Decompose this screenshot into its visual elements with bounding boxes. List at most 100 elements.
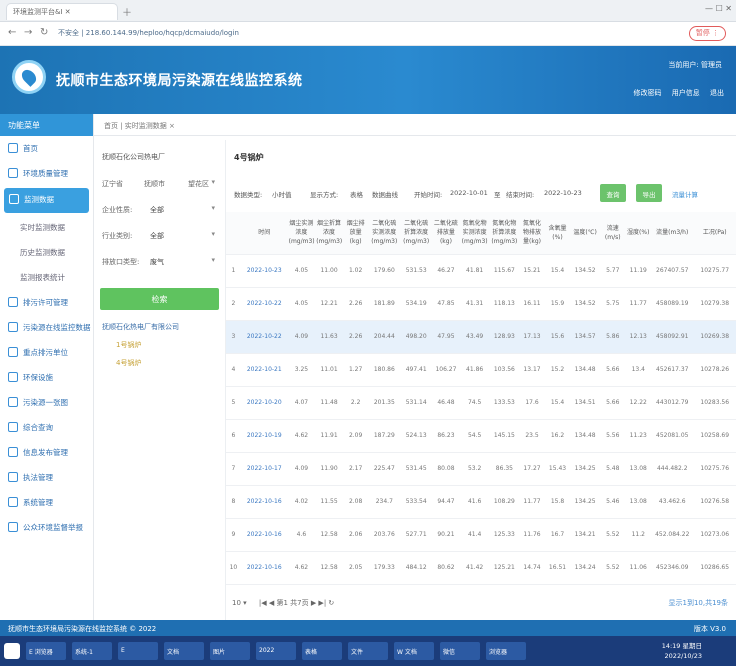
back-icon[interactable]: ←: [8, 27, 16, 38]
column-header[interactable]: 温度(℃): [570, 212, 600, 255]
sidebar-item[interactable]: 环保设施: [0, 365, 93, 390]
table-row[interactable]: 5 2022-10-20 4.07 11.48 2.2 201.35 531.14 46.48…: [226, 386, 736, 420]
change-password-link[interactable]: 修改密码: [634, 89, 662, 97]
table-row[interactable]: 8 2022-10-16 4.02 11.55 2.08 234.7 533.54 94.47…: [226, 485, 736, 519]
sidebar-item[interactable]: 系统管理: [0, 490, 93, 515]
company-name: 抚顺石化公司热电厂: [102, 153, 165, 161]
table-row[interactable]: 1 2022-10-23 4.05 11.00 1.02 179.60 531.53 46.2…: [226, 254, 736, 288]
tree-child-node[interactable]: 4号锅炉: [100, 354, 219, 372]
url-field[interactable]: 不安全 | 218.60.144.99/heploo/hqcp/dcmaiudo…: [58, 28, 239, 38]
sidebar-item[interactable]: 监测数据: [4, 188, 89, 213]
column-header[interactable]: 二氧化硫折算浓度(mg/m3): [400, 212, 433, 255]
outlet-type-select[interactable]: 排放口类型: 废气 ▾: [100, 252, 219, 274]
table-row[interactable]: 7 2022-10-17 4.09 11.90 2.17 225.47 531.45 80.0…: [226, 452, 736, 486]
taskbar-app[interactable]: E: [118, 642, 158, 660]
sidebar-item[interactable]: 首页: [0, 136, 93, 161]
taskbar-app[interactable]: 图片: [210, 642, 250, 660]
taskbar-app[interactable]: W 文档: [394, 642, 434, 660]
column-header[interactable]: 时间: [240, 212, 288, 255]
search-button[interactable]: 检索: [100, 288, 219, 310]
industry-select[interactable]: 行业类别: 全部 ▾: [100, 226, 219, 248]
taskbar-app[interactable]: 文档: [164, 642, 204, 660]
taskbar-app[interactable]: 文件: [348, 642, 388, 660]
column-header[interactable]: 二氧化硫实测浓度(mg/m3): [368, 212, 401, 255]
column-header[interactable]: 氮氧化物折算浓度(mg/m3): [489, 212, 520, 255]
reload-icon[interactable]: ↻: [40, 27, 48, 38]
column-header[interactable]: [226, 212, 241, 255]
sidebar-item[interactable]: 监测报表统计: [0, 265, 93, 290]
chevron-down-icon[interactable]: ▾: [211, 204, 215, 212]
table-row[interactable]: 2 2022-10-22 4.05 12.21 2.26 181.89 534.19 47.8…: [226, 287, 736, 321]
sidebar-item[interactable]: 实时监测数据: [0, 215, 93, 240]
taskbar-app[interactable]: 表格: [302, 642, 342, 660]
forward-icon[interactable]: →: [24, 27, 32, 38]
chevron-down-icon[interactable]: ▾: [211, 178, 215, 186]
sidebar-item[interactable]: 排污许可管理: [0, 290, 93, 315]
sidebar-item[interactable]: 公众环境监督举报: [0, 515, 93, 540]
new-tab-icon[interactable]: ＋: [122, 4, 132, 19]
data-type-select[interactable]: 小时值: [272, 189, 292, 199]
display-table-radio[interactable]: 表格: [350, 189, 363, 199]
sidebar-item[interactable]: 污染源在线监控数据: [0, 315, 93, 340]
flow-calc-link[interactable]: 流量计算: [672, 189, 698, 199]
table-row[interactable]: 4 2022-10-21 3.25 11.01 1.27 180.86 497.41 106.…: [226, 353, 736, 387]
pagination[interactable]: 10 ▾ |◀ ◀ 第1 共7页 ▶ ▶| ↻: [232, 598, 334, 608]
start-date-input[interactable]: 2022-10-01: [450, 189, 488, 197]
breadcrumb[interactable]: 首页 | 实时监测数据 ×: [94, 114, 736, 136]
table-row[interactable]: 6 2022-10-19 4.62 11.91 2.09 187.29 524.13 86.2…: [226, 419, 736, 453]
column-header[interactable]: 烟尘排放量(kg): [342, 212, 369, 255]
taskbar-app[interactable]: 系统-1: [72, 642, 112, 660]
region-selectors[interactable]: 辽宁省 抚顺市 望花区 ▾: [100, 174, 219, 196]
chevron-down-icon[interactable]: ▾: [211, 230, 215, 238]
display-curve-radio[interactable]: 数据曲线: [372, 189, 398, 199]
column-header[interactable]: 二氧化硫排放量(kg): [432, 212, 460, 255]
province-select[interactable]: 辽宁省: [102, 179, 123, 189]
page-size-select[interactable]: 10 ▾: [232, 599, 247, 607]
column-header[interactable]: 氮氧化物排放量(kg): [519, 212, 545, 255]
column-header[interactable]: 流速(m/s): [600, 212, 626, 255]
field-value[interactable]: 全部: [150, 231, 164, 241]
tree-child-node[interactable]: 1号锅炉: [100, 336, 219, 354]
table-row[interactable]: 10 2022-10-16 4.62 12.58 2.05 179.33 484.12 80.…: [226, 551, 736, 585]
taskbar-app[interactable]: 2022: [256, 642, 296, 660]
field-value[interactable]: 废气: [150, 257, 164, 267]
district-select[interactable]: 望花区: [188, 179, 209, 189]
sidebar-item[interactable]: 污染源一张图: [0, 390, 93, 415]
window-controls[interactable]: — ☐ ✕: [705, 4, 732, 13]
chevron-down-icon[interactable]: ▾: [211, 256, 215, 264]
sidebar-item[interactable]: 执法管理: [0, 465, 93, 490]
taskbar-app[interactable]: 浏览器: [486, 642, 526, 660]
user-info-link[interactable]: 用户信息: [672, 89, 700, 97]
query-button[interactable]: 查询: [600, 184, 626, 202]
column-header[interactable]: 湿度(%): [625, 212, 651, 255]
sidebar-item[interactable]: 环境质量管理: [0, 161, 93, 186]
end-date-input[interactable]: 2022-10-23: [544, 189, 582, 197]
page-nav[interactable]: |◀ ◀ 第1 共7页 ▶ ▶| ↻: [259, 599, 334, 607]
city-select[interactable]: 抚顺市: [144, 179, 165, 189]
start-button[interactable]: [4, 643, 20, 659]
column-header[interactable]: 烟尘折算浓度(mg/m3): [315, 212, 343, 255]
table-cell: 80.62: [432, 551, 460, 585]
table-row[interactable]: 9 2022-10-16 4.6 12.58 2.06 203.76 527.71 90.21…: [226, 518, 736, 552]
logout-link[interactable]: 退出: [710, 89, 724, 97]
table-cell: 4.02: [287, 485, 316, 519]
sidebar-item[interactable]: 综合查询: [0, 415, 93, 440]
table-row[interactable]: 3 2022-10-22 4.09 11.63 2.26 204.44 498.20 47.9…: [226, 320, 736, 354]
table-cell: 4.62: [287, 419, 316, 453]
field-value[interactable]: 全部: [150, 205, 164, 215]
column-header[interactable]: 氮氧化物实测浓度(mg/m3): [459, 212, 490, 255]
taskbar-app[interactable]: 微信: [440, 642, 480, 660]
enterprise-type-select[interactable]: 企业性质: 全部 ▾: [100, 200, 219, 222]
profile-button[interactable]: 暂停 ⋮: [688, 26, 726, 41]
sidebar-item[interactable]: 信息发布管理: [0, 440, 93, 465]
tree-root-node[interactable]: 抚顺石化热电厂有限公司: [100, 318, 219, 336]
column-header[interactable]: 工况(Pa): [693, 212, 736, 255]
browser-tab[interactable]: 环境监测平台&I ✕: [6, 3, 118, 20]
export-button[interactable]: 导出: [636, 184, 662, 202]
sidebar-item[interactable]: 重点排污单位: [0, 340, 93, 365]
column-header[interactable]: 烟尘实测浓度(mg/m3): [287, 212, 316, 255]
taskbar-app[interactable]: E 浏览器: [26, 642, 66, 660]
sidebar-item[interactable]: 历史监测数据: [0, 240, 93, 265]
column-header[interactable]: 含氧量(%): [544, 212, 571, 255]
column-header[interactable]: 流量(m3/h): [651, 212, 694, 255]
